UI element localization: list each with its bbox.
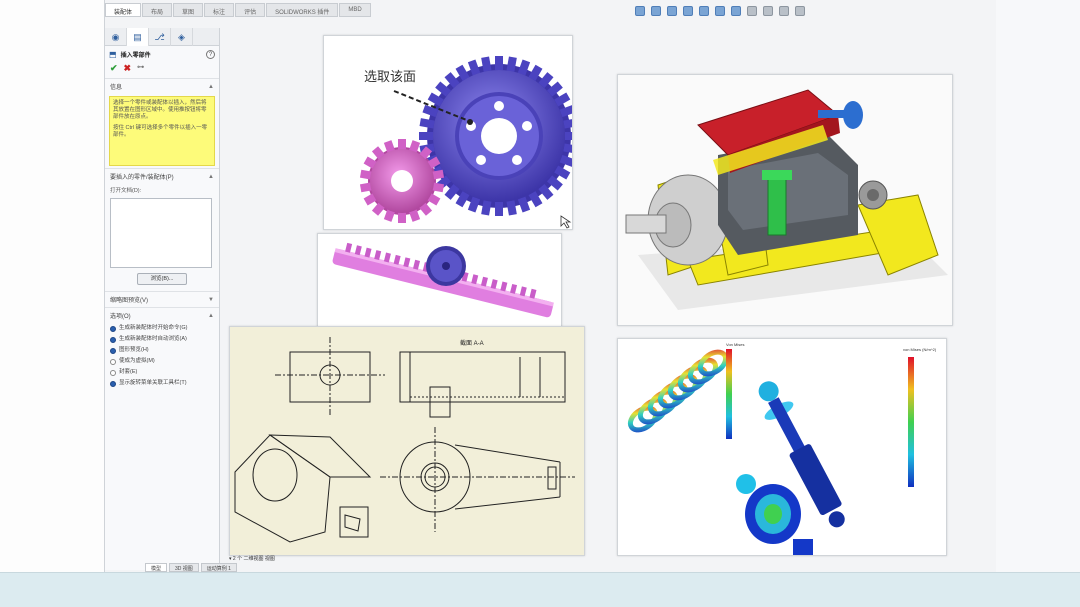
flywheel <box>858 180 888 210</box>
insert-component-icon: ⬒ <box>109 50 117 59</box>
tab-3d-views[interactable]: 3D 视图 <box>169 563 199 572</box>
option-show-rotate-toolbar[interactable]: 显示旋转菜单关联工具栏(T) <box>105 378 219 389</box>
open-documents-list[interactable] <box>110 198 212 268</box>
tab-mbd[interactable]: MBD <box>339 3 371 17</box>
bottom-band <box>0 572 1080 607</box>
command-manager-tabs: 装配体 布局 草图 标注 评估 SOLIDWORKS 插件 MBD <box>105 3 371 17</box>
status-text: ▾ 2 个 二维视图 视图 <box>229 556 275 562</box>
legend-title-left: Von Mises <box>726 342 744 347</box>
display-style-icon[interactable] <box>731 6 741 16</box>
pm-title-row: ⬒ 插入零部件 ? <box>105 46 219 63</box>
parts-section-label: 要插入的零件/装配体(P) <box>110 175 174 181</box>
chevron-up-icon: ▲ <box>208 312 214 319</box>
message-paragraph: 按住 Ctrl 键可选择多个零件以插入一零部件。 <box>113 125 208 138</box>
chevron-up-icon: ▲ <box>208 173 214 180</box>
tab-markup[interactable]: 标注 <box>204 3 235 17</box>
pm-actions: ✔ ✖ ⊶ <box>105 63 219 78</box>
view-settings-icon[interactable] <box>795 6 805 16</box>
property-manager-tab-icon[interactable]: ▤ <box>127 28 149 46</box>
tab-addins[interactable]: SOLIDWORKS 插件 <box>266 3 339 17</box>
left-margin <box>0 0 104 572</box>
pm-title: 插入零部件 <box>120 53 151 59</box>
manager-tabs: ◉ ▤ ⎇ ◈ <box>105 28 219 46</box>
solidworks-window: 装配体 布局 草图 标注 评估 SOLIDWORKS 插件 MBD ◉ ▤ ⎇ … <box>104 0 996 572</box>
rotor-model <box>736 474 813 555</box>
cancel-button[interactable]: ✖ <box>124 63 132 74</box>
screen: 装配体 布局 草图 标注 评估 SOLIDWORKS 插件 MBD ◉ ▤ ⎇ … <box>0 0 1080 607</box>
feature-manager-tab-icon[interactable]: ◉ <box>105 28 127 46</box>
tab-assembly[interactable]: 装配体 <box>105 3 142 17</box>
option-make-virtual[interactable]: 使成为虚拟(M) <box>105 356 219 367</box>
open-documents-label: 打开文档(D): <box>110 188 142 194</box>
section-label: 截面 A-A <box>460 339 484 347</box>
message-section-label: 信息 <box>110 85 123 91</box>
zoom-to-area-icon[interactable] <box>651 6 661 16</box>
tab-layout[interactable]: 布局 <box>142 3 173 17</box>
apply-scene-icon[interactable] <box>779 6 789 16</box>
tab-motion-study[interactable]: 运动算例 1 <box>200 563 237 572</box>
engineering-drawing-image: 截面 A-A <box>229 326 585 556</box>
option-envelope[interactable]: 封套(E) <box>105 367 219 378</box>
help-icon[interactable]: ? <box>206 50 215 59</box>
display-manager-tab-icon[interactable]: ◈ <box>171 28 193 46</box>
message-paragraph: 选择一个零件或装配体以插入，然后将其放置在图形区域中。使用推按钮将零部件放在原点… <box>113 100 207 120</box>
pinion <box>426 246 466 286</box>
select-face-annotation: 选取该面 <box>364 70 416 85</box>
bottom-tabs: 模型 3D 视图 运动算例 1 <box>145 563 237 572</box>
hide-show-items-icon[interactable] <box>747 6 757 16</box>
option-auto-browse[interactable]: 生成新装配体时自动浏览(A) <box>105 334 219 345</box>
ok-button[interactable]: ✔ <box>110 63 118 74</box>
checkbox[interactable] <box>110 326 116 332</box>
options-section-header[interactable]: 选项(O) ▲ <box>105 307 219 323</box>
pin-icon[interactable]: ⊶ <box>137 63 144 74</box>
right-margin <box>996 0 1080 572</box>
option-label: 封套(E) <box>119 369 138 375</box>
tab-model[interactable]: 模型 <box>145 563 168 572</box>
chevron-down-icon: ▼ <box>208 296 214 303</box>
checkbox[interactable] <box>110 370 116 376</box>
gear-pair-image: 选取该面 <box>323 35 573 230</box>
tab-evaluate[interactable]: 评估 <box>235 3 266 17</box>
previous-view-icon[interactable] <box>667 6 677 16</box>
message-box: 选择一个零件或装配体以插入，然后将其放置在图形区域中。使用推按钮将零部件放在原点… <box>109 96 215 166</box>
legend-bar-left <box>726 349 732 439</box>
option-label: 生成新装配体时开始命令(G) <box>119 325 188 331</box>
thumbnail-section-label: 缩略图预览(V) <box>110 298 148 304</box>
message-section-header[interactable]: 信息 ▲ <box>105 78 219 94</box>
mouse-cursor-icon <box>560 215 572 229</box>
spring-model <box>627 349 729 433</box>
engine-assembly-image <box>617 74 953 326</box>
zoom-to-fit-icon[interactable] <box>635 6 645 16</box>
checkbox[interactable] <box>110 359 116 365</box>
chevron-up-icon: ▲ <box>208 83 214 90</box>
options-section-label: 选项(O) <box>110 314 131 320</box>
parts-section-header[interactable]: 要插入的零件/装配体(P) ▲ <box>105 168 219 184</box>
option-start-command[interactable]: 生成新装配体时开始命令(G) <box>105 323 219 334</box>
checkbox[interactable] <box>110 337 116 343</box>
simulation-results-image: Von Mises von Mises (N/m^2) <box>617 338 947 556</box>
edit-appearance-icon[interactable] <box>763 6 773 16</box>
option-graphics-preview[interactable]: 图形预览(H) <box>105 345 219 356</box>
configuration-manager-tab-icon[interactable]: ⎇ <box>149 28 171 46</box>
legend-title-right: von Mises (N/m^2) <box>903 347 937 352</box>
options-list: 生成新装配体时开始命令(G) 生成新装配体时自动浏览(A) 图形预览(H) 使成… <box>105 323 219 389</box>
option-label: 使成为虚拟(M) <box>119 358 155 364</box>
rack-pinion-image <box>317 233 562 331</box>
checkbox[interactable] <box>110 381 116 387</box>
small-gear <box>359 139 445 223</box>
browse-button[interactable]: 浏览(B)... <box>137 273 187 285</box>
heads-up-view-toolbar <box>635 6 805 16</box>
option-label: 显示旋转菜单关联工具栏(T) <box>119 380 187 386</box>
legend-bar-right <box>908 357 914 487</box>
view-orientation-icon[interactable] <box>715 6 725 16</box>
section-view-icon[interactable] <box>683 6 693 16</box>
option-label: 图形预览(H) <box>119 347 149 353</box>
checkbox[interactable] <box>110 348 116 354</box>
property-manager-panel: ◉ ▤ ⎇ ◈ ⬒ 插入零部件 ? ✔ ✖ ⊶ 信息 ▲ 选择一个零件或装配体以… <box>105 28 220 570</box>
tab-sketch[interactable]: 草图 <box>173 3 204 17</box>
option-label: 生成新装配体时自动浏览(A) <box>119 336 187 342</box>
dynamic-annotation-icon[interactable] <box>699 6 709 16</box>
thumbnail-section-header[interactable]: 缩略图预览(V) ▼ <box>105 291 219 307</box>
